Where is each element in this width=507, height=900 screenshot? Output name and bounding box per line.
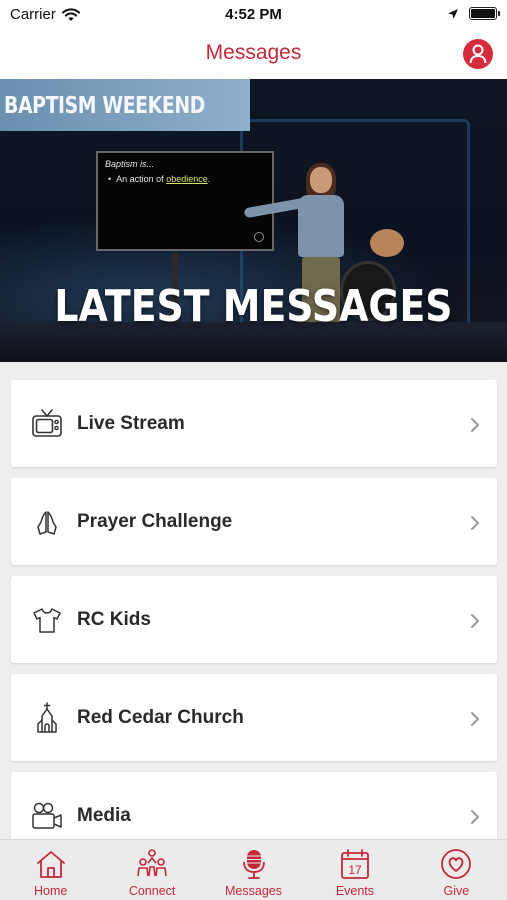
list-item-red-cedar-church[interactable]: Red Cedar Church [11,674,497,761]
list-item-label: RC Kids [77,609,151,630]
tab-label: Messages [225,884,282,898]
tab-label: Give [443,884,470,898]
people-icon [137,849,167,877]
chevron-right-icon [471,516,480,530]
video-camera-icon [32,802,62,829]
clock-time: 4:52 PM [225,6,282,23]
slide-bullet-prefix: An action of [116,174,167,184]
house-icon [36,851,65,878]
status-bar: Carrier 4:52 PM [0,0,507,30]
tab-connect[interactable]: Connect [101,840,202,900]
tab-label: Events [335,884,375,898]
list-item-live-stream[interactable]: Live Stream [11,380,497,467]
person-circle-icon [469,44,487,64]
tab-messages[interactable]: Messages [203,840,304,900]
chevron-right-icon [471,810,480,824]
speaker-head [310,167,332,193]
chevron-right-icon [471,614,480,628]
profile-button[interactable] [463,39,493,69]
speaker-body [298,195,344,257]
tshirt-icon [33,608,61,633]
tab-label: Home [34,884,68,898]
list-item-label: Live Stream [77,413,185,434]
slide-title: Baptism is... [105,159,155,169]
list-item-label: Media [77,805,131,826]
tab-bar: Home Connect Messages 17 Events Give [0,839,507,900]
microphone-icon [242,850,265,879]
drum-tom [370,229,404,257]
calendar-icon: 17 [341,849,369,879]
slide-bullet: • An action of obedience. [108,174,211,184]
event-banner: BAPTISM WEEKEND [0,79,250,131]
event-banner-text: BAPTISM WEEKEND [4,93,205,119]
page-title: Messages [205,41,302,64]
heart-circle-icon [441,849,472,879]
slide-logo [254,232,264,242]
tab-give[interactable]: Give [406,840,507,900]
tab-events[interactable]: 17 Events [304,840,405,900]
status-right [447,7,500,20]
list-item-label: Prayer Challenge [77,511,233,532]
hero-banner[interactable]: BAPTISM WEEKEND Baptism is... • An actio… [0,79,507,362]
slide-bullet-suffix: . [207,174,211,184]
nav-bar: Messages [0,30,507,79]
tab-label: Connect [128,884,176,898]
church-icon [37,702,57,733]
praying-hands-icon [37,511,57,535]
tv-icon [32,409,62,437]
message-list: Live Stream Prayer Challenge RC Kids Red… [11,380,497,870]
list-item-prayer-challenge[interactable]: Prayer Challenge [11,478,497,565]
chevron-right-icon [471,712,480,726]
battery-fill [471,9,495,18]
calendar-day: 17 [348,863,362,877]
hero-title: LATEST MESSAGES [54,281,453,332]
presentation-screen: Baptism is... • An action of obedience. [96,151,274,251]
list-item-rc-kids[interactable]: RC Kids [11,576,497,663]
chevron-right-icon [471,418,480,432]
tab-home[interactable]: Home [0,840,101,900]
location-arrow-icon [448,8,458,19]
battery-icon [469,7,500,20]
slide-bullet-highlight: obedience [166,174,208,184]
list-item-label: Red Cedar Church [77,707,244,728]
messages-screen: Carrier 4:52 PM Messages BAPTISM WEEKEND… [0,0,507,900]
